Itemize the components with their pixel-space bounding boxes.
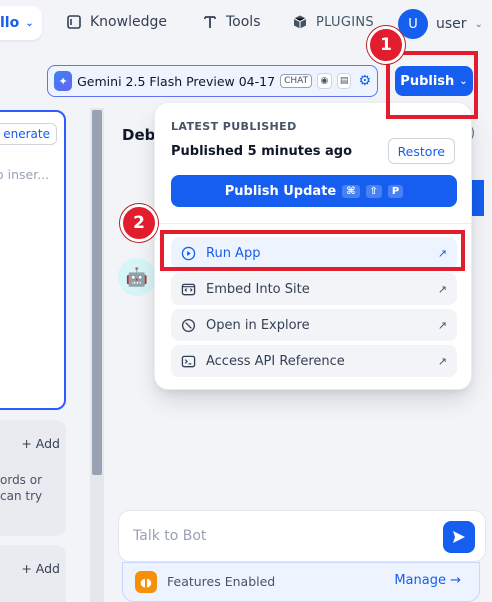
document-icon: ▤: [336, 73, 352, 89]
features-icon: ◖◗: [135, 571, 157, 593]
nav-tools[interactable]: Tools: [202, 14, 261, 30]
prompt-placeholder: o inser...: [0, 167, 50, 182]
shortcut-key-p: P: [387, 184, 404, 198]
chat-input-placeholder: Talk to Bot: [133, 528, 207, 544]
external-arrow-icon: ↗: [437, 354, 447, 368]
top-navigation: llo ⌄ Knowledge Tools PLUGINS U user ⌄: [0, 0, 492, 52]
annotation-badge-2: 2: [120, 204, 158, 242]
add-context-button[interactable]: + Add: [21, 561, 60, 576]
gemini-icon: ✦: [54, 71, 73, 91]
restore-button[interactable]: Restore: [387, 138, 455, 164]
send-button[interactable]: [443, 521, 475, 553]
model-mode-tag: CHAT: [280, 74, 313, 88]
prompt-editor-card[interactable]: enerate o inser...: [0, 110, 66, 410]
latest-published-label: LATEST PUBLISHED: [171, 120, 297, 133]
terminal-icon: [181, 355, 196, 367]
annotation-highlight-publish: [386, 51, 478, 119]
embed-icon: [181, 283, 196, 295]
scrollbar-thumb[interactable]: [92, 110, 102, 475]
model-selector[interactable]: ✦ Gemini 2.5 Flash Preview 04-17 CHAT ◉ …: [47, 65, 378, 97]
knowledge-icon: [67, 15, 81, 29]
nav-knowledge-label: Knowledge: [90, 14, 167, 30]
chat-input[interactable]: Talk to Bot: [118, 510, 486, 562]
app-selector[interactable]: llo ⌄: [0, 6, 42, 40]
tools-icon: [204, 16, 216, 28]
avatar: U: [398, 9, 428, 39]
embed-into-site-item[interactable]: Embed Into Site ↗: [171, 273, 457, 305]
published-time-text: Published 5 minutes ago: [171, 144, 353, 159]
chevron-down-icon: ⌄: [25, 17, 34, 29]
explore-icon: [181, 318, 196, 332]
open-in-explore-label: Open in Explore: [206, 317, 310, 333]
generate-button[interactable]: enerate: [0, 123, 57, 145]
eye-icon: ◉: [317, 73, 332, 89]
open-in-explore-item[interactable]: Open in Explore ↗: [171, 309, 457, 341]
chevron-down-icon: ⌄: [474, 18, 483, 30]
variables-card: + Add ords or can try: [0, 420, 66, 536]
features-text: Features Enabled: [167, 574, 276, 589]
app-name: llo: [0, 15, 20, 31]
manage-link[interactable]: Manage →: [394, 573, 461, 588]
nav-plugins-label: PLUGINS: [316, 14, 374, 30]
annotation-highlight-run-app: [160, 230, 465, 271]
api-reference-item[interactable]: Access API Reference ↗: [171, 345, 457, 377]
external-arrow-icon: ↗: [437, 282, 447, 296]
debug-panel-title: Deb: [122, 126, 156, 144]
cube-icon: [293, 15, 307, 29]
api-reference-label: Access API Reference: [206, 353, 345, 369]
bot-avatar-icon: 🤖: [118, 258, 156, 296]
nav-plugins[interactable]: PLUGINS: [292, 14, 374, 30]
user-name: user: [436, 16, 467, 32]
features-bar: ◖◗ Features Enabled Manage →: [122, 562, 480, 602]
shortcut-key-cmd: ⌘: [342, 184, 360, 198]
user-menu[interactable]: U user ⌄: [398, 9, 483, 39]
annotation-badge-1: 1: [367, 26, 405, 64]
popover-divider: [155, 223, 471, 224]
send-icon: [453, 531, 465, 543]
embed-into-site-label: Embed Into Site: [206, 281, 310, 297]
context-card: + Add: [0, 545, 66, 602]
external-arrow-icon: ↗: [437, 318, 447, 332]
publish-update-button[interactable]: Publish Update ⌘ ⇧ P: [171, 175, 457, 207]
publish-update-label: Publish Update: [224, 183, 337, 199]
variables-hint-line-2: can try: [0, 489, 43, 503]
nav-knowledge[interactable]: Knowledge: [66, 14, 167, 30]
add-variable-button[interactable]: + Add: [21, 436, 60, 451]
variables-hint-line-1: ords or: [0, 473, 43, 487]
shortcut-key-shift: ⇧: [365, 184, 382, 198]
sliders-icon[interactable]: ⚙: [358, 73, 371, 89]
nav-tools-label: Tools: [226, 14, 261, 30]
model-name: Gemini 2.5 Flash Preview 04-17: [77, 73, 276, 89]
